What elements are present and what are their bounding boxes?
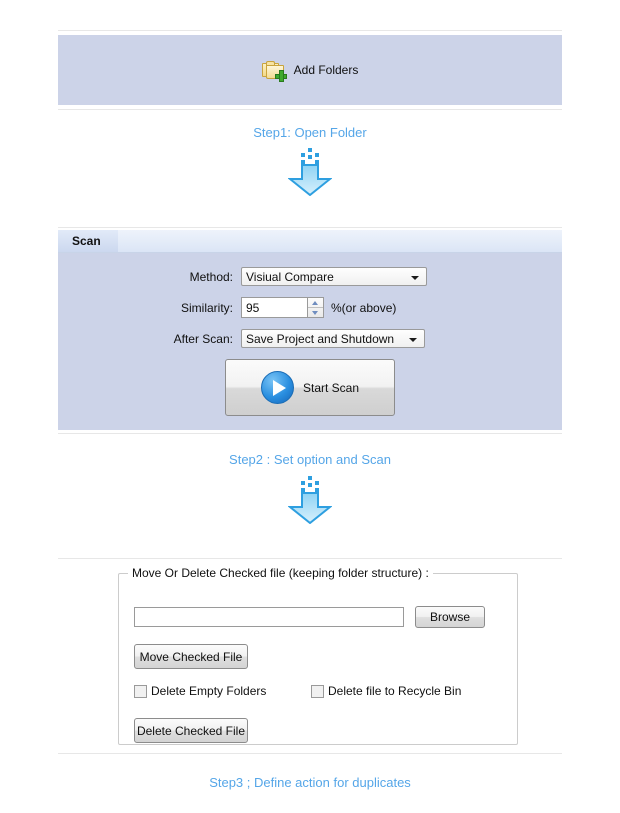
after-scan-row: After Scan: Save Project and Shutdown <box>58 329 562 348</box>
start-scan-label: Start Scan <box>302 380 360 395</box>
move-checked-file-button[interactable]: Move Checked File <box>134 644 248 669</box>
play-icon <box>260 371 294 404</box>
step2-to-step3-arrow <box>0 476 620 524</box>
similarity-spin-buttons[interactable] <box>307 297 324 318</box>
step1-panel: Add Folders <box>58 30 562 110</box>
step3-panel: Move Or Delete Checked file (keeping fol… <box>58 558 562 754</box>
delete-empty-folders-label: Delete Empty Folders <box>151 684 267 698</box>
tutorial-page: Add Folders Step1: Open Folder Scan Meth… <box>0 0 620 813</box>
move-delete-legend: Move Or Delete Checked file (keeping fol… <box>128 566 433 580</box>
step2-caption: Step2 : Set option and Scan <box>229 452 391 467</box>
delete-empty-folders-checkbox[interactable] <box>134 684 147 698</box>
browse-button[interactable]: Browse <box>415 606 485 628</box>
down-arrow-icon <box>288 476 332 524</box>
start-scan-row: Start Scan <box>58 359 562 416</box>
step3-caption: Step3 ; Define action for duplicates <box>209 775 411 790</box>
scan-panel-header: Scan <box>58 230 562 253</box>
after-scan-select[interactable]: Save Project and Shutdown <box>241 329 425 348</box>
method-value: Visiual Compare <box>246 269 334 284</box>
step1-caption: Step1: Open Folder <box>253 125 367 140</box>
down-arrow-icon <box>288 148 332 196</box>
delete-checked-file-button[interactable]: Delete Checked File <box>134 718 248 743</box>
similarity-row: Similarity: 95 %(or above) <box>58 297 562 318</box>
after-scan-value: Save Project and Shutdown <box>246 331 395 346</box>
method-select[interactable]: Visiual Compare <box>241 267 427 286</box>
step1-to-step2-arrow <box>0 148 620 196</box>
chevron-down-icon <box>409 338 417 342</box>
target-path-input[interactable] <box>134 607 404 627</box>
scan-panel-body: Method: Visiual Compare Similarity: 95 %… <box>58 253 562 430</box>
similarity-label: Similarity: <box>180 300 233 315</box>
similarity-stepper[interactable]: 95 <box>241 297 324 318</box>
delete-empty-folders-row[interactable]: Delete Empty Folders <box>134 684 266 698</box>
similarity-input[interactable]: 95 <box>241 297 307 318</box>
scan-panel-title: Scan <box>72 234 101 248</box>
add-folders-button[interactable]: Add Folders <box>261 60 359 82</box>
delete-to-recycle-bin-label: Delete file to Recycle Bin <box>328 684 462 698</box>
move-delete-groupbox: Move Or Delete Checked file (keeping fol… <box>118 566 518 745</box>
delete-to-recycle-bin-row[interactable]: Delete file to Recycle Bin <box>311 684 461 698</box>
chevron-down-icon <box>411 276 419 280</box>
similarity-unit-label: %(or above) <box>331 300 397 315</box>
after-scan-label: After Scan: <box>173 331 233 346</box>
step2-panel: Scan Method: Visiual Compare Similarity:… <box>58 227 562 434</box>
delete-to-recycle-bin-checkbox[interactable] <box>311 684 324 698</box>
start-scan-button[interactable]: Start Scan <box>225 359 395 416</box>
spin-up-icon[interactable] <box>308 298 323 307</box>
add-folders-dropzone[interactable]: Add Folders <box>58 35 562 105</box>
add-folders-label: Add Folders <box>293 63 359 77</box>
method-row: Method: Visiual Compare <box>58 267 562 286</box>
method-label: Method: <box>189 269 233 284</box>
path-row: Browse <box>134 606 485 628</box>
add-folder-icon <box>261 60 287 82</box>
spin-down-icon[interactable] <box>308 307 323 317</box>
